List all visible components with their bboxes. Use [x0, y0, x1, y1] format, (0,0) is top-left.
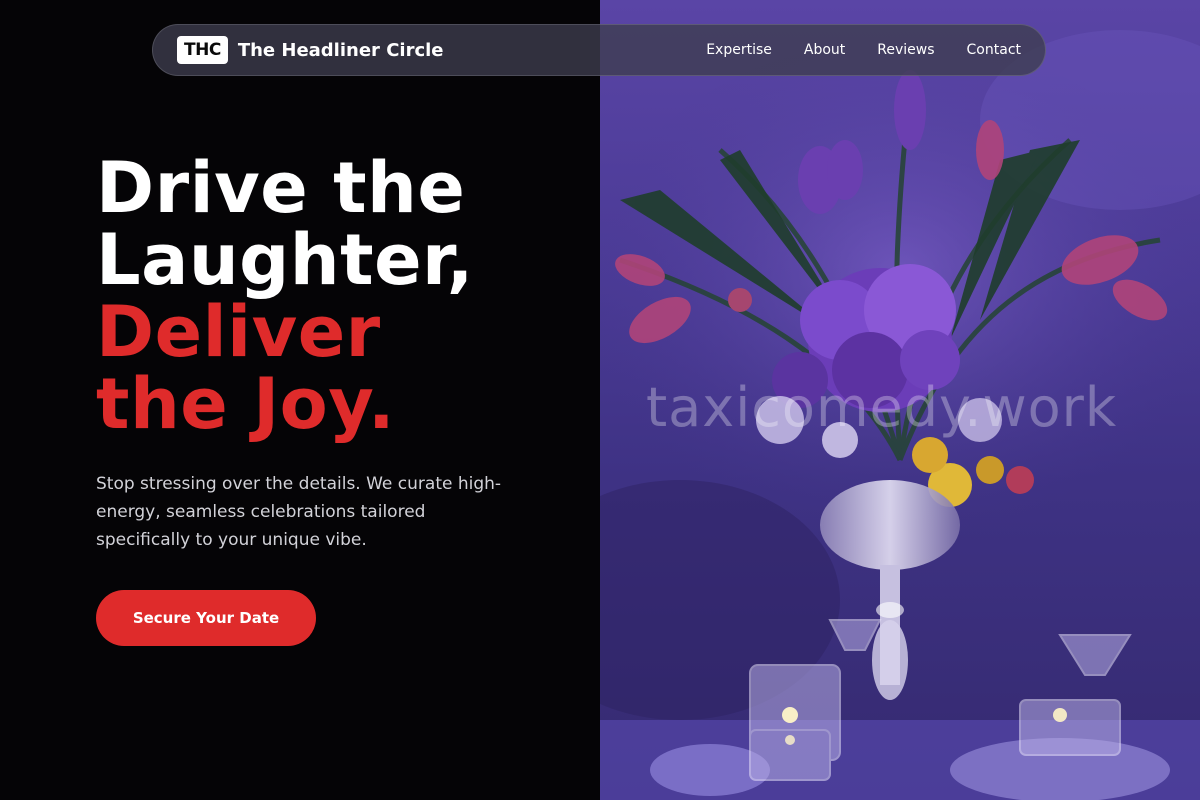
hero-section: Drive the Laughter, Deliver the Joy. Sto…	[96, 152, 576, 554]
hero-subtext: Stop stressing over the details. We cura…	[96, 474, 502, 550]
hero-headline: Drive the Laughter, Deliver the Joy.	[96, 152, 576, 440]
headline-line-2: Laughter,	[96, 219, 474, 301]
nav-link-reviews[interactable]: Reviews	[877, 42, 934, 58]
nav-link-contact[interactable]: Contact	[967, 42, 1021, 58]
brand[interactable]: THC The Headliner Circle	[177, 36, 444, 64]
brand-logo[interactable]: THC	[177, 36, 228, 64]
nav-link-about[interactable]: About	[804, 42, 845, 58]
nav-link-expertise[interactable]: Expertise	[706, 42, 772, 58]
brand-name[interactable]: The Headliner Circle	[238, 40, 444, 61]
top-navbar: THC The Headliner Circle Expertise About…	[152, 24, 1046, 76]
headline-accent-line-2: the Joy.	[96, 363, 396, 445]
headline-accent-line-1: Deliver	[96, 291, 381, 373]
headline-line-1: Drive the	[96, 147, 466, 229]
flower-centerpiece-image	[600, 0, 1200, 800]
nav-links: Expertise About Reviews Contact	[706, 42, 1021, 58]
secure-date-button[interactable]: Secure Your Date	[96, 590, 316, 646]
landing-page: taxicomedy.work THC The Headliner Circle…	[0, 0, 1200, 800]
